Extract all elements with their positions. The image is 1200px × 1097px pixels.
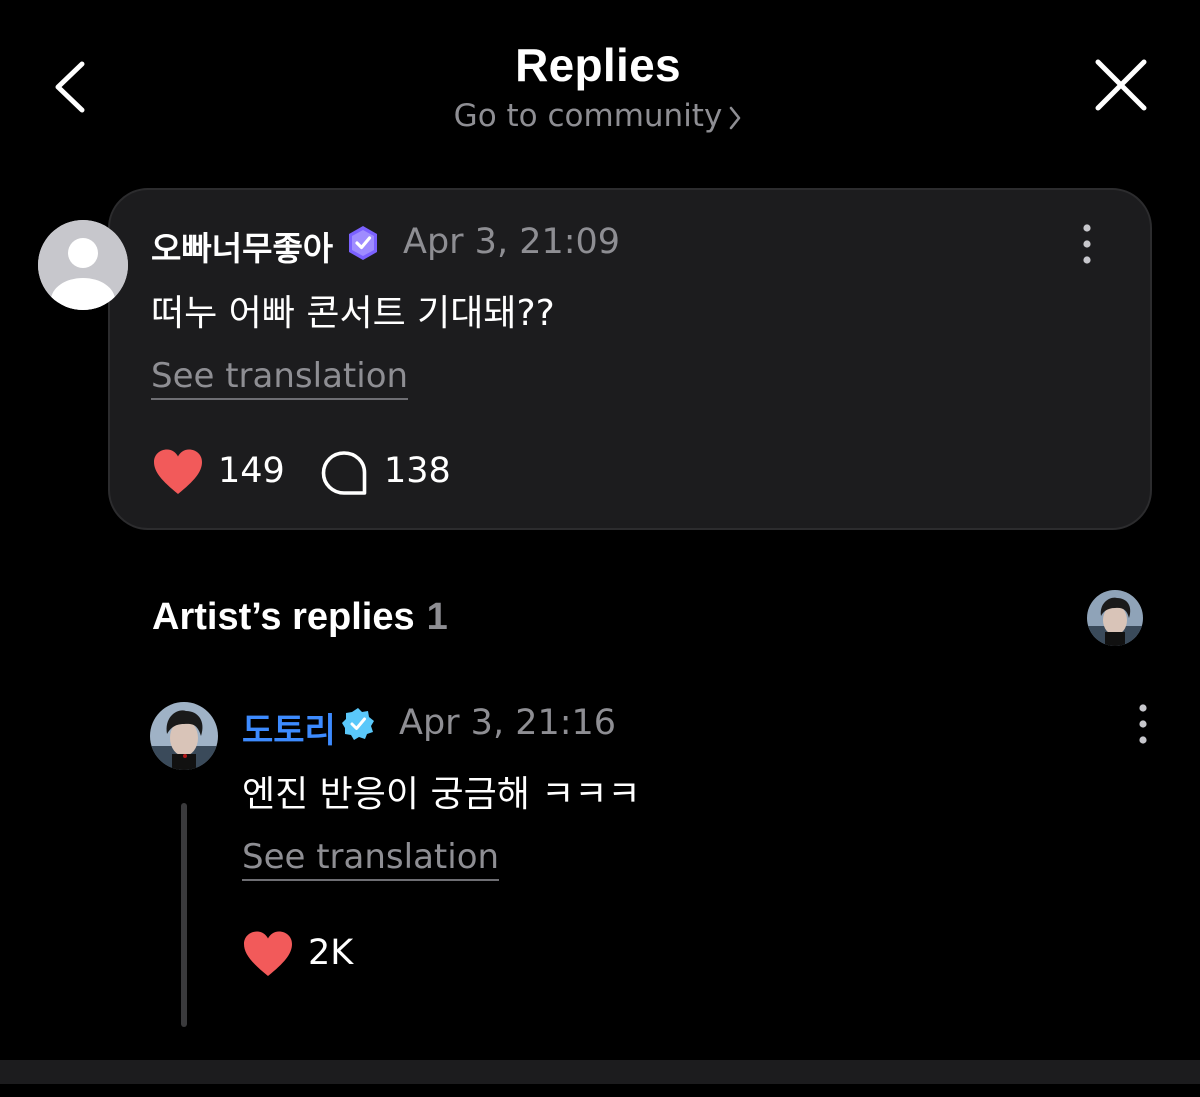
artist-photo — [1087, 590, 1143, 646]
like-button[interactable] — [152, 448, 204, 496]
post-more-button[interactable] — [1070, 222, 1104, 266]
verified-badge-icon — [345, 225, 381, 261]
like-count: 149 — [218, 451, 285, 491]
reply-like-count: 2K — [308, 933, 354, 973]
post-text: 떠누 어빠 콘서트 기대돼?? — [151, 293, 555, 334]
close-icon — [1095, 59, 1147, 111]
heart-icon — [244, 931, 292, 976]
see-translation-link[interactable]: See translation — [242, 837, 500, 881]
thread-line — [181, 803, 187, 1027]
more-vertical-icon — [1083, 224, 1091, 264]
default-avatar-icon — [38, 220, 128, 310]
post-author-name[interactable]: 오빠너무좋아 — [151, 222, 333, 270]
more-vertical-icon — [1139, 704, 1147, 744]
reply-like-button[interactable] — [242, 930, 294, 978]
comment-button[interactable] — [320, 450, 368, 496]
artist-avatar[interactable] — [150, 702, 218, 770]
reply-text: 엔진 반응이 궁금해 ㅋㅋㅋ — [242, 774, 641, 815]
avatar[interactable] — [38, 220, 128, 310]
reply-timestamp: Apr 3, 21:16 — [399, 703, 617, 743]
heart-icon — [154, 449, 202, 494]
bottom-divider — [0, 1060, 1200, 1084]
page-title: Replies — [515, 39, 681, 91]
artist-avatar-thumbnail[interactable] — [1087, 590, 1143, 646]
artist-photo — [150, 702, 218, 770]
community-link-label: Go to community — [453, 98, 723, 134]
section-count: 1 — [426, 596, 448, 638]
see-translation-link[interactable]: See translation — [151, 356, 409, 400]
reply-more-button[interactable] — [1126, 702, 1160, 746]
artist-verified-badge-icon — [341, 707, 375, 741]
reply-author-name[interactable]: 도토리 — [242, 703, 336, 752]
comment-count: 138 — [384, 451, 451, 491]
section-title-text: Artist’s replies — [152, 596, 415, 638]
comment-bubble-icon — [321, 451, 367, 495]
chevron-right-icon — [730, 106, 741, 129]
post-timestamp: Apr 3, 21:09 — [403, 222, 621, 262]
section-heading: Artist’s replies 1 — [152, 596, 448, 639]
go-to-community-link[interactable]: Go to community — [0, 98, 1196, 134]
close-button[interactable] — [1092, 56, 1150, 114]
